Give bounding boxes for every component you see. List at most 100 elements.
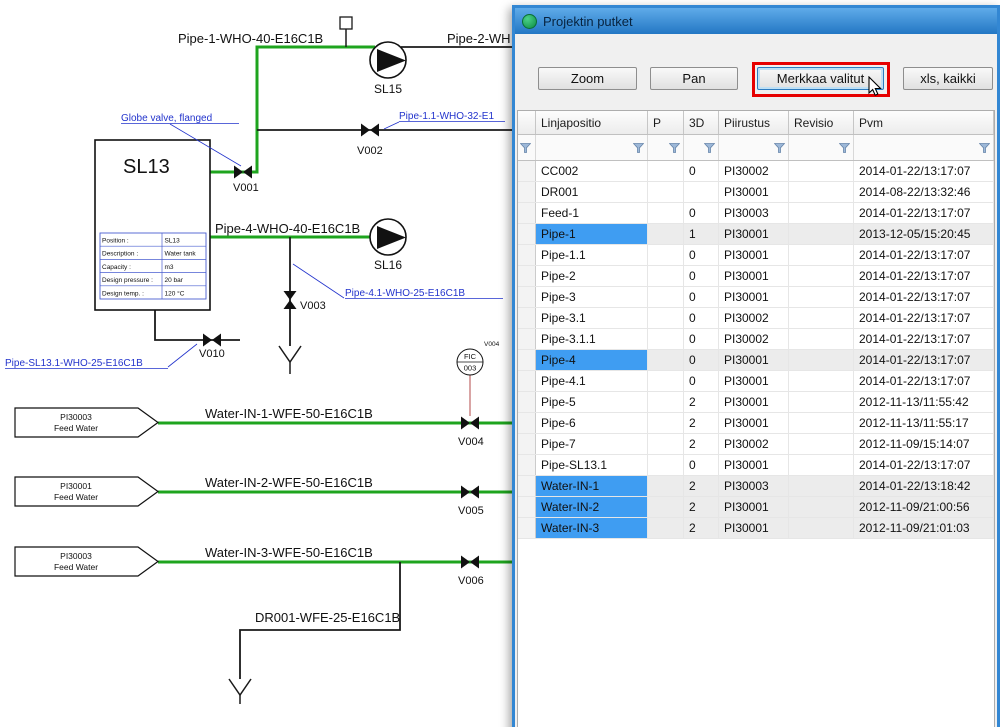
grid-row[interactable]: Pipe-1.10PI300012014-01-22/13:17:07	[518, 245, 994, 266]
cell-pvm[interactable]: 2013-12-05/15:20:45	[854, 224, 994, 244]
valve-v002[interactable]	[361, 124, 379, 137]
cell-pii[interactable]: PI30001	[719, 371, 789, 391]
cell-d3[interactable]: 0	[684, 329, 719, 349]
grid-row[interactable]: Pipe-40PI300012014-01-22/13:17:07	[518, 350, 994, 371]
pump-sl15[interactable]: SL15	[370, 42, 406, 96]
valve-v006[interactable]	[461, 556, 479, 569]
row-indicator[interactable]	[518, 392, 536, 412]
cell-pii[interactable]: PI30001	[719, 224, 789, 244]
pan-button[interactable]: Pan	[650, 67, 738, 90]
column-header-revisio[interactable]: Revisio	[789, 111, 854, 134]
grid-row[interactable]: Pipe-3.10PI300022014-01-22/13:17:07	[518, 308, 994, 329]
cell-p[interactable]	[648, 329, 684, 349]
pump-sl16[interactable]: SL16	[370, 219, 406, 272]
cell-pvm[interactable]: 2012-11-09/15:14:07	[854, 434, 994, 454]
cell-pii[interactable]: PI30001	[719, 266, 789, 286]
cell-pos[interactable]: Pipe-4.1	[536, 371, 648, 391]
cell-rev[interactable]	[789, 266, 854, 286]
cell-d3[interactable]: 0	[684, 308, 719, 328]
filter-funnel-icon[interactable]	[979, 143, 990, 153]
row-indicator[interactable]	[518, 308, 536, 328]
cell-rev[interactable]	[789, 371, 854, 391]
cell-pvm[interactable]: 2014-01-22/13:17:07	[854, 266, 994, 286]
cell-rev[interactable]	[789, 308, 854, 328]
filter-funnel-icon[interactable]	[774, 143, 785, 153]
cell-pii[interactable]: PI30001	[719, 350, 789, 370]
filter-cell-revisio[interactable]	[789, 135, 854, 160]
cell-rev[interactable]	[789, 434, 854, 454]
valve-v010[interactable]	[203, 334, 221, 347]
cell-d3[interactable]: 1	[684, 224, 719, 244]
valve-v003[interactable]	[284, 291, 297, 309]
cell-pos[interactable]: Pipe-1.1	[536, 245, 648, 265]
grid-row[interactable]: Pipe-SL13.10PI300012014-01-22/13:17:07	[518, 455, 994, 476]
row-indicator[interactable]	[518, 371, 536, 391]
cell-rev[interactable]	[789, 497, 854, 517]
pipe-1-line[interactable]	[210, 47, 375, 172]
cell-p[interactable]	[648, 245, 684, 265]
row-indicator[interactable]	[518, 203, 536, 223]
tank-sl13[interactable]: SL13 Position : SL13 Description : Water…	[95, 140, 210, 310]
column-header-piirustus[interactable]: Piirustus	[719, 111, 789, 134]
cell-pii[interactable]: PI30002	[719, 161, 789, 181]
cell-pvm[interactable]: 2014-01-22/13:17:07	[854, 455, 994, 475]
row-indicator[interactable]	[518, 518, 536, 538]
cell-rev[interactable]	[789, 203, 854, 223]
cell-d3[interactable]	[684, 182, 719, 202]
cell-d3[interactable]: 0	[684, 455, 719, 475]
cell-rev[interactable]	[789, 392, 854, 412]
valve-v001[interactable]	[234, 166, 252, 179]
cell-pos[interactable]: Pipe-3	[536, 287, 648, 307]
cell-pvm[interactable]: 2014-01-22/13:17:07	[854, 245, 994, 265]
cell-pii[interactable]: PI30002	[719, 434, 789, 454]
cell-p[interactable]	[648, 182, 684, 202]
grid-row[interactable]: Pipe-11PI300012013-12-05/15:20:45	[518, 224, 994, 245]
cell-pvm[interactable]: 2014-01-22/13:17:07	[854, 329, 994, 349]
cell-pos[interactable]: Pipe-SL13.1	[536, 455, 648, 475]
cell-p[interactable]	[648, 476, 684, 496]
xls-all-button[interactable]: xls, kaikki	[903, 67, 993, 90]
cell-rev[interactable]	[789, 413, 854, 433]
cell-p[interactable]	[648, 371, 684, 391]
dialog-titlebar[interactable]: Projektin putket	[515, 8, 997, 34]
filter-funnel-icon[interactable]	[839, 143, 850, 153]
grid-row[interactable]: Pipe-62PI300012012-11-13/11:55:17	[518, 413, 994, 434]
cell-rev[interactable]	[789, 287, 854, 307]
cell-pii[interactable]: PI30001	[719, 287, 789, 307]
cell-p[interactable]	[648, 413, 684, 433]
filter-cell-p[interactable]	[648, 135, 684, 160]
filter-funnel-icon[interactable]	[704, 143, 715, 153]
cell-pos[interactable]: Pipe-4	[536, 350, 648, 370]
cell-d3[interactable]: 0	[684, 245, 719, 265]
cell-p[interactable]	[648, 518, 684, 538]
cell-pos[interactable]: Pipe-5	[536, 392, 648, 412]
cell-pos[interactable]: Pipe-2	[536, 266, 648, 286]
cell-pvm[interactable]: 2012-11-09/21:01:03	[854, 518, 994, 538]
filter-cell-pvm[interactable]	[854, 135, 994, 160]
row-indicator[interactable]	[518, 287, 536, 307]
cell-rev[interactable]	[789, 182, 854, 202]
row-indicator[interactable]	[518, 266, 536, 286]
zoom-button[interactable]: Zoom	[538, 67, 637, 90]
cell-p[interactable]	[648, 203, 684, 223]
cell-pvm[interactable]: 2014-01-22/13:17:07	[854, 203, 994, 223]
pipe-sl13-1-line[interactable]	[155, 310, 240, 340]
valve-v004[interactable]	[461, 417, 479, 430]
cell-d3[interactable]: 2	[684, 392, 719, 412]
cell-d3[interactable]: 0	[684, 203, 719, 223]
cell-pos[interactable]: Water-IN-3	[536, 518, 648, 538]
row-indicator[interactable]	[518, 161, 536, 181]
row-indicator[interactable]	[518, 182, 536, 202]
cell-pos[interactable]: Feed-1	[536, 203, 648, 223]
cell-p[interactable]	[648, 434, 684, 454]
grid-row[interactable]: Pipe-30PI300012014-01-22/13:17:07	[518, 287, 994, 308]
filter-funnel-icon[interactable]	[633, 143, 644, 153]
cell-rev[interactable]	[789, 476, 854, 496]
cell-pii[interactable]: PI30002	[719, 329, 789, 349]
feed-tag-2[interactable]: PI30001 Feed Water	[15, 477, 158, 506]
grid-row[interactable]: Feed-10PI300032014-01-22/13:17:07	[518, 203, 994, 224]
cell-pvm[interactable]: 2014-01-22/13:17:07	[854, 161, 994, 181]
row-indicator[interactable]	[518, 413, 536, 433]
filter-cell-indicator[interactable]	[518, 135, 536, 160]
row-indicator[interactable]	[518, 497, 536, 517]
